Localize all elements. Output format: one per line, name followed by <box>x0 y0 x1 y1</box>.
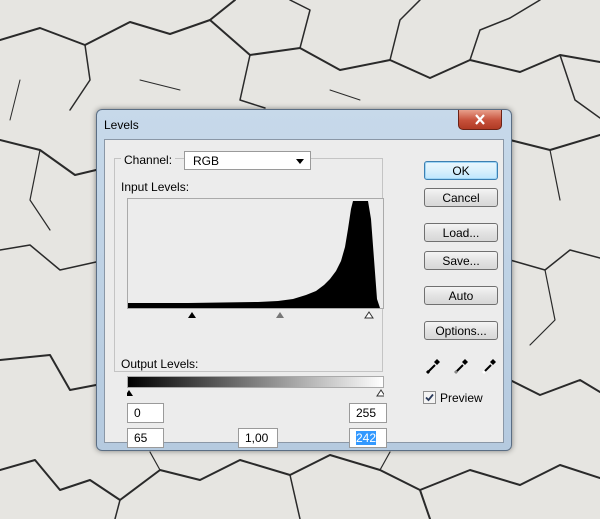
output-gradient-bar <box>127 376 384 388</box>
black-eyedropper-icon[interactable] <box>424 357 442 375</box>
input-black-value: 65 <box>134 431 148 445</box>
input-levels-slider[interactable] <box>127 310 384 320</box>
chevron-down-icon <box>296 159 304 164</box>
auto-button[interactable]: Auto <box>424 286 498 305</box>
gray-eyedropper-icon[interactable] <box>452 357 470 375</box>
output-white-point-handle <box>376 389 384 397</box>
output-black-value: 0 <box>134 406 141 420</box>
output-black-point-handle <box>127 390 133 396</box>
dialog-content: Channel: RGB Input Levels: 65 1,00 242 O… <box>104 139 504 448</box>
output-black-field[interactable]: 0 <box>127 403 164 423</box>
load-button[interactable]: Load... <box>424 223 498 242</box>
output-levels-label: Output Levels: <box>121 357 199 371</box>
ok-button[interactable]: OK <box>424 161 498 180</box>
input-white-field[interactable]: 242 <box>349 428 387 448</box>
input-gamma-field[interactable]: 1,00 <box>238 428 278 448</box>
channel-value: RGB <box>193 154 220 168</box>
output-white-value: 255 <box>356 406 377 420</box>
preview-label[interactable]: Preview <box>440 391 483 405</box>
output-white-field[interactable]: 255 <box>349 403 387 423</box>
input-gamma-value: 1,00 <box>245 431 269 445</box>
close-icon <box>475 114 485 125</box>
histogram <box>127 198 384 309</box>
input-white-value: 242 <box>356 431 377 445</box>
checkmark-icon <box>425 393 434 402</box>
input-gamma-handle <box>276 312 284 318</box>
window-title: Levels <box>104 118 139 132</box>
title-bar[interactable]: Levels <box>97 110 511 138</box>
save-button[interactable]: Save... <box>424 251 498 270</box>
preview-checkbox[interactable] <box>423 391 436 404</box>
input-black-field[interactable]: 65 <box>127 428 164 448</box>
input-levels-label: Input Levels: <box>121 180 190 194</box>
cancel-button[interactable]: Cancel <box>424 188 498 207</box>
options-button[interactable]: Options... <box>424 321 498 340</box>
histogram-graph <box>128 201 380 308</box>
levels-dialog: Levels Channel: RGB Input Levels: 65 1,0… <box>96 109 512 451</box>
input-white-point-handle <box>364 311 374 319</box>
white-eyedropper-icon[interactable] <box>480 357 498 375</box>
close-button[interactable] <box>458 110 502 130</box>
output-levels-slider[interactable] <box>127 388 384 398</box>
channel-label: Channel: <box>121 153 176 167</box>
channel-select[interactable]: RGB <box>184 151 311 170</box>
input-black-point-handle <box>188 312 196 318</box>
